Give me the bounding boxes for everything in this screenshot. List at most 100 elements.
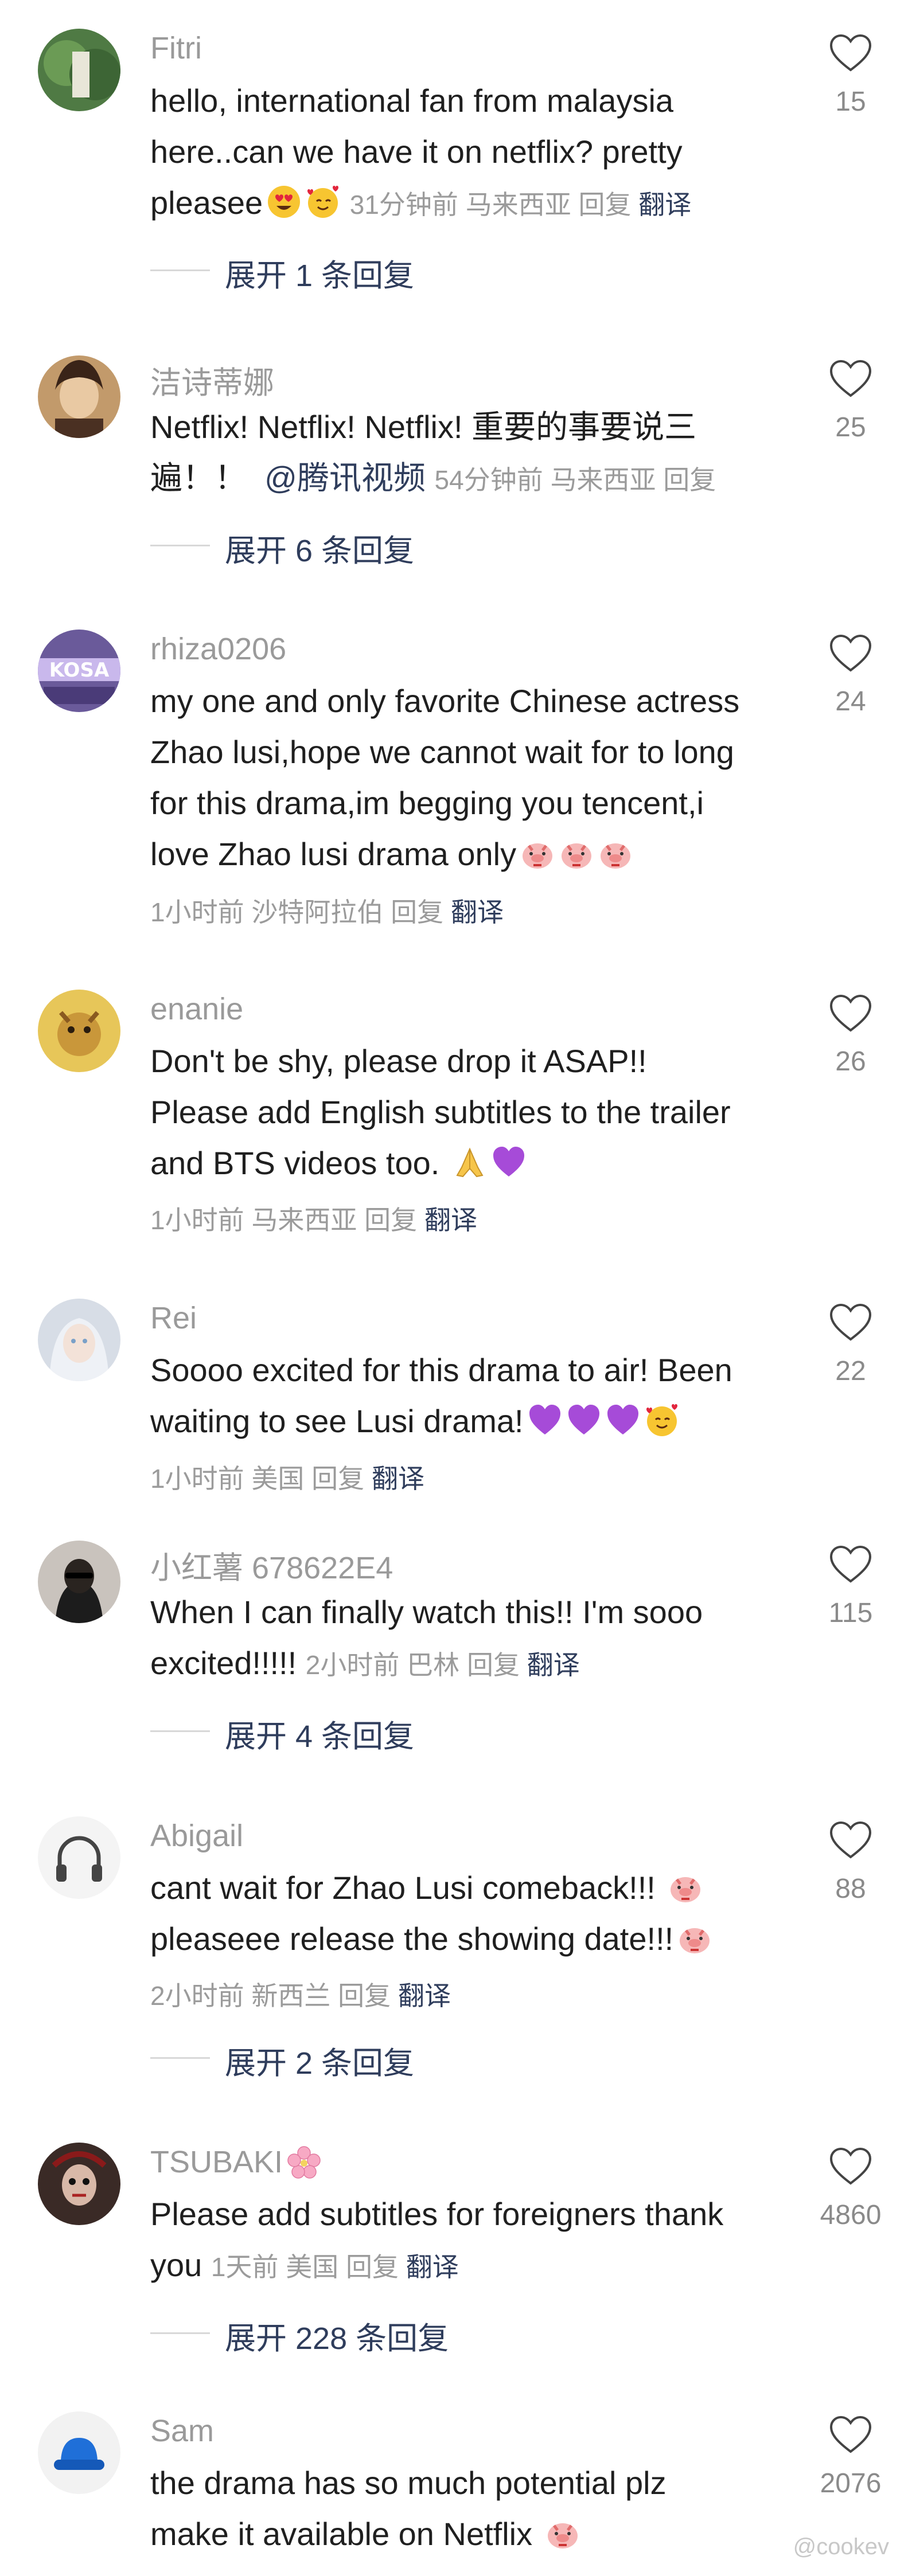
like-count: 4860 xyxy=(820,2200,882,2230)
reply-button[interactable]: 回复 xyxy=(364,1205,417,1235)
comment-location: 美国 xyxy=(286,2252,339,2282)
comment-line-last: you 1天前 美国 回复 翻译 xyxy=(150,2239,781,2293)
comment-text: Don't be shy, please drop it ASAP!! Plea… xyxy=(150,1035,781,1189)
username[interactable]: Sam xyxy=(150,2413,214,2449)
comment-line-last: pleaseee release the showing date!!! xyxy=(150,1913,781,1964)
reply-button[interactable]: 回复 xyxy=(346,2252,399,2282)
like-count: 25 xyxy=(835,412,866,443)
avatar[interactable] xyxy=(38,990,120,1072)
comment-line: cant wait for Zhao Lusi comeback!!! xyxy=(150,1862,781,1913)
comment-time: 2小时前 xyxy=(150,1981,244,2011)
heart-outline-icon xyxy=(829,34,872,72)
like-button[interactable] xyxy=(826,1545,875,1585)
like-button[interactable] xyxy=(826,33,875,73)
username[interactable]: 洁诗蒂娜 xyxy=(150,357,274,402)
expand-replies-button[interactable]: 展开 2 条回复 xyxy=(225,2038,414,2083)
translate-button[interactable]: 翻译 xyxy=(372,1464,424,1494)
like-count: 26 xyxy=(835,1046,866,1077)
comment-meta: 1小时前 沙特阿拉伯 回复 翻译 xyxy=(150,892,504,929)
comment-text: Netflix! Netflix! Netflix! 重要的事要说三 遍！！ @… xyxy=(150,401,781,506)
divider xyxy=(150,1730,210,1732)
comment-line: the drama has so much potential plz xyxy=(150,2465,667,2501)
reply-button[interactable]: 回复 xyxy=(338,1981,391,2011)
expand-replies-button[interactable]: 展开 1 条回复 xyxy=(225,250,414,295)
reply-button[interactable]: 回复 xyxy=(467,1650,520,1680)
comment-meta: 2小时前 新西兰 回复 翻译 xyxy=(150,1975,451,2013)
avatar[interactable] xyxy=(38,1299,120,1381)
comment-line-last: waiting to see Lusi drama! xyxy=(150,1396,781,1447)
comment-line-text: and BTS videos too. xyxy=(150,1145,440,1181)
comment-meta: 54分钟前 马来西亚 回复 xyxy=(435,465,716,495)
username[interactable]: Rei xyxy=(150,1300,197,1336)
reply-button[interactable]: 回复 xyxy=(311,1464,364,1494)
translate-button[interactable]: 翻译 xyxy=(638,190,691,220)
expand-replies-button[interactable]: 展开 228 条回复 xyxy=(225,2313,449,2358)
comment-line-text: you xyxy=(150,2247,202,2283)
reply-button[interactable]: 回复 xyxy=(578,190,631,220)
comment-line: Please add subtitles for foreigners than… xyxy=(150,2196,724,2232)
avatar[interactable]: KOSA xyxy=(38,630,120,712)
avatar[interactable] xyxy=(38,2143,120,2225)
like-button[interactable] xyxy=(826,359,875,399)
reply-button[interactable]: 回复 xyxy=(391,897,443,927)
pig-emoji-icon xyxy=(598,835,633,871)
comment-line: Please add English subtitles to the trai… xyxy=(150,1094,731,1130)
heart-outline-icon xyxy=(829,359,872,397)
svg-text:KOSA: KOSA xyxy=(49,659,110,682)
username[interactable]: rhiza0206 xyxy=(150,631,286,667)
translate-button[interactable]: 翻译 xyxy=(527,1650,580,1680)
comment-text: Soooo excited for this drama to air! Bee… xyxy=(150,1344,781,1447)
comment-location: 马来西亚 xyxy=(550,465,656,495)
translate-button[interactable]: 翻译 xyxy=(424,1205,477,1235)
comment-line-text: waiting to see Lusi drama! xyxy=(150,1403,524,1439)
comment-line-last: pleasee 31分钟前 马来西亚 回复 翻译 xyxy=(150,177,781,230)
comment-line-text: cant wait for Zhao Lusi comeback!!! xyxy=(150,1870,656,1906)
username[interactable]: Fitri xyxy=(150,30,202,66)
heart-outline-icon xyxy=(829,1821,872,1859)
comment-text: cant wait for Zhao Lusi comeback!!! plea… xyxy=(150,1862,781,1964)
reply-button[interactable]: 回复 xyxy=(663,465,716,495)
translate-button[interactable]: 翻译 xyxy=(406,2252,459,2282)
comment-line: Don't be shy, please drop it ASAP!! xyxy=(150,1043,647,1079)
like-button[interactable] xyxy=(826,2147,875,2187)
comment-location: 马来西亚 xyxy=(251,1205,357,1235)
divider xyxy=(150,545,210,546)
avatar[interactable] xyxy=(38,355,120,438)
expand-replies-button[interactable]: 展开 6 条回复 xyxy=(225,525,414,570)
avatar[interactable] xyxy=(38,2411,120,2494)
comment-meta: 1小时前 美国 回复 翻译 xyxy=(150,1458,424,1496)
comment-line: Netflix! Netflix! Netflix! 重要的事要说三 xyxy=(150,409,697,445)
comment-line-last: 遍！！ @腾讯视频 54分钟前 马来西亚 回复 xyxy=(150,452,781,506)
comment-line: for this drama,im begging you tencent,i xyxy=(150,785,704,821)
username[interactable]: TSUBAKI xyxy=(150,2144,321,2180)
like-button[interactable] xyxy=(826,2415,875,2455)
username[interactable]: Abigail xyxy=(150,1818,243,1854)
comment-line-text: pleaseee release the showing date!!! xyxy=(150,1921,674,1957)
comment-time: 1小时前 xyxy=(150,1464,244,1494)
translate-button[interactable]: 翻译 xyxy=(451,897,504,927)
heart-eyes-emoji-icon xyxy=(266,184,302,220)
comment-meta: 31分钟前 马来西亚 回复 翻译 xyxy=(350,190,692,220)
comment-location: 新西兰 xyxy=(251,1981,331,2011)
like-button[interactable] xyxy=(826,994,875,1034)
comment-time: 31分钟前 xyxy=(349,190,458,220)
like-button[interactable] xyxy=(826,634,875,674)
username[interactable]: enanie xyxy=(150,991,243,1027)
heart-outline-icon xyxy=(829,2147,872,2185)
expand-replies-button[interactable]: 展开 4 条回复 xyxy=(225,1711,414,1756)
comment-meta: 1天前 美国 回复 翻译 xyxy=(211,2252,459,2282)
like-button[interactable] xyxy=(826,1820,875,1860)
translate-button[interactable]: 翻译 xyxy=(398,1981,451,2011)
avatar[interactable] xyxy=(38,29,120,111)
pig-emoji-icon xyxy=(668,1869,703,1905)
heart-outline-icon xyxy=(829,1545,872,1583)
avatar[interactable] xyxy=(38,1816,120,1899)
comment-text: When I can finally watch this!! I'm sooo… xyxy=(150,1586,781,1691)
comment-meta: 1小时前 马来西亚 回复 翻译 xyxy=(150,1199,477,1237)
comment-text: my one and only favorite Chinese actress… xyxy=(150,675,781,879)
username[interactable]: 小红薯 678622E4 xyxy=(150,1542,393,1588)
like-button[interactable] xyxy=(826,1303,875,1343)
avatar[interactable] xyxy=(38,1541,120,1623)
pig-emoji-icon xyxy=(520,835,555,871)
mention-link[interactable]: @腾讯视频 xyxy=(264,460,426,496)
